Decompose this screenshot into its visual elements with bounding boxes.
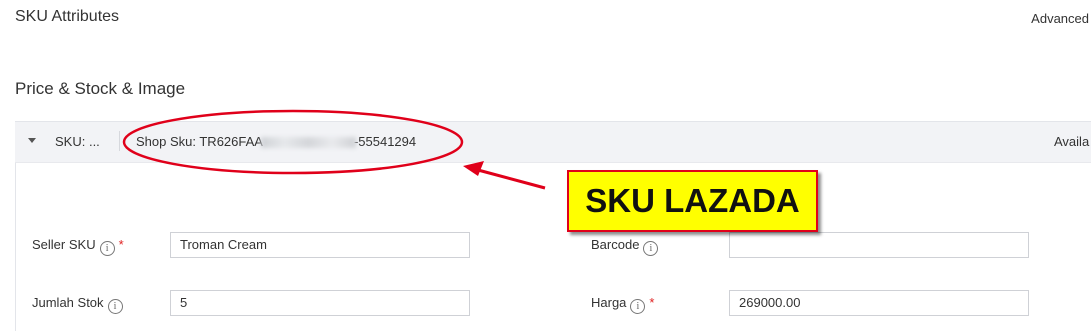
harga-label: Harga i * [591,295,654,314]
blurred-redaction [260,137,356,149]
harga-input[interactable]: 269000.00 [729,290,1029,316]
barcode-input[interactable] [729,232,1029,258]
barcode-label: Barcode i [591,237,659,256]
sku-lazada-callout: SKU LAZADA [567,170,818,232]
section-title: SKU Attributes [15,8,120,25]
jumlah-stok-label-text: Jumlah Stok [32,295,104,310]
header-divider [119,131,120,151]
sku-collapsed-label[interactable]: SKU: ... [55,134,100,149]
shop-sku-text: Shop Sku: TR626FAA -55541294 [136,134,416,149]
seller-sku-input[interactable]: Troman Cream [170,232,470,258]
shop-sku-suffix: -55541294 [353,134,417,149]
jumlah-stok-label: Jumlah Stok i [32,295,123,314]
required-asterisk: * [649,295,655,310]
caret-down-icon[interactable] [28,138,36,143]
required-asterisk: * [118,237,124,252]
seller-sku-label-text: Seller SKU [32,237,96,252]
jumlah-stok-input[interactable]: 5 [170,290,470,316]
harga-label-text: Harga [591,295,627,310]
info-icon[interactable]: i [107,299,123,314]
info-icon[interactable]: i [630,299,646,314]
seller-sku-label: Seller SKU i * [32,237,124,256]
price-stock-image-title: Price & Stock & Image [15,79,186,98]
info-icon[interactable]: i [99,241,115,256]
barcode-label-text: Barcode [591,237,640,252]
advanced-link[interactable]: Advanced [1031,11,1089,26]
shop-sku-prefix: Shop Sku: TR626FAA [136,134,263,149]
available-label: Availa [1054,134,1090,149]
info-icon[interactable]: i [643,241,659,256]
